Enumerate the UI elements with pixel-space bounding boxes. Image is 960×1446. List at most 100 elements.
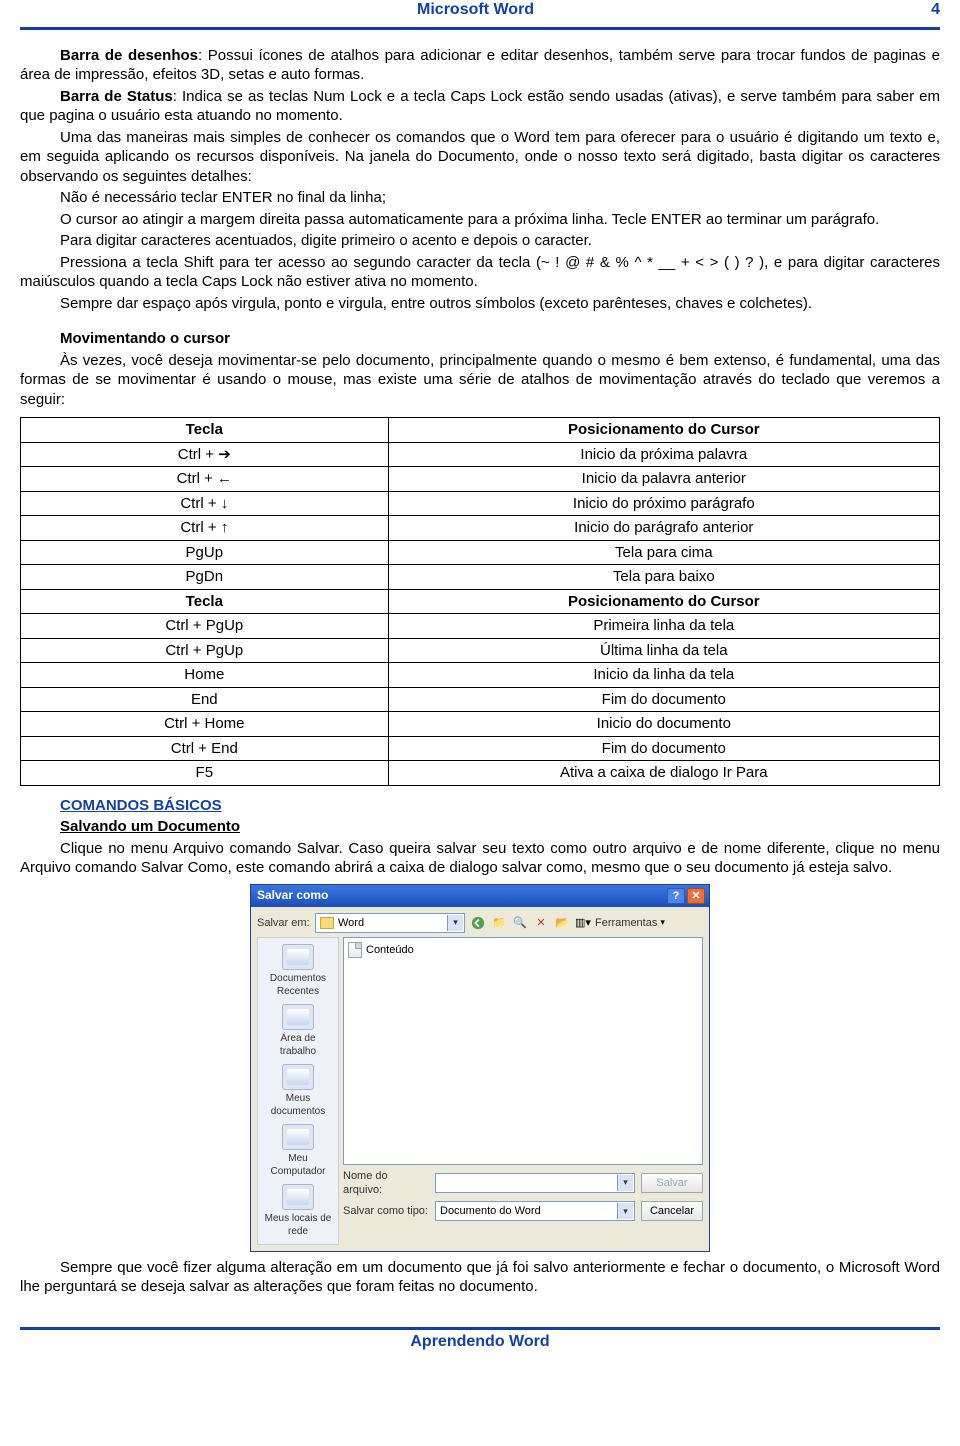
cancel-button-label: Cancelar [650,1204,694,1218]
key-cell: Ctrl + PgUp [21,638,389,663]
places-item[interactable]: Meus locais de rede [262,1182,334,1240]
document-icon [348,942,362,958]
action-cell: Inicio do próximo parágrafo [388,491,939,516]
action-cell: Primeira linha da tela [388,614,939,639]
action-cell: Última linha da tela [388,638,939,663]
table-row: Ctrl + ←Inicio da palavra anterior [21,467,940,492]
heading-text: Movimentando o cursor [60,330,230,347]
section-comandos-basicos: COMANDOS BÁSICOS [20,796,940,816]
cancel-button[interactable]: Cancelar [641,1201,703,1221]
keyboard-shortcuts-table: TeclaPosicionamento do CursorCtrl + ➔Ini… [20,417,940,786]
key-cell: Tecla [21,589,389,614]
chevron-down-icon: ▾ [447,915,463,931]
help-icon: ? [673,889,680,903]
save-in-label: Salvar em: [257,916,311,930]
file-name: Conteúdo [366,943,414,957]
close-icon: ✕ [691,889,700,903]
tools-label[interactable]: Ferramentas [595,916,657,930]
table-row: PgDnTela para baixo [21,565,940,590]
places-item[interactable]: Documentos Recentes [262,942,334,1000]
filetype-row: Salvar como tipo: Documento do Word ▾ Ca… [343,1201,703,1221]
section-heading: COMANDOS BÁSICOS [60,797,222,814]
page-footer: Aprendendo Word [20,1332,940,1353]
new-folder-button[interactable]: 📂 [553,914,571,932]
key-cell: Ctrl + ↓ [21,491,389,516]
close-button[interactable]: ✕ [687,888,705,904]
up-folder-button[interactable]: 📁 [490,914,508,932]
action-cell: Posicionamento do Cursor [388,418,939,443]
dialog-body: Salvar em: Word ▾ 📁 🔍 ✕ 📂 [251,907,709,1251]
table-row: TeclaPosicionamento do Cursor [21,589,940,614]
place-label: Meu Computador [262,1152,334,1178]
place-label: Meus documentos [262,1092,334,1118]
save-in-value: Word [338,916,364,930]
filename-row: Nome do arquivo: ▾ Salvar [343,1169,703,1198]
places-item[interactable]: Área de trabalho [262,1002,334,1060]
filetype-combo[interactable]: Documento do Word ▾ [435,1201,635,1221]
place-icon [282,944,314,970]
para-shift: Pressiona a tecla Shift para ter acesso … [20,253,940,292]
page-number: 4 [931,0,940,21]
action-cell: Tela para baixo [388,565,939,590]
filename-input[interactable]: ▾ [435,1173,635,1193]
file-item[interactable]: Conteúdo [348,942,698,958]
header-rule [20,27,940,30]
table-row: Ctrl + HomeInicio do documento [21,712,940,737]
action-cell: Fim do documento [388,736,939,761]
dialog-wrapper: Salvar como ? ✕ Salvar em: Word ▾ [20,884,940,1252]
search-button[interactable]: 🔍 [511,914,529,932]
action-cell: Inicio da linha da tela [388,663,939,688]
table-row: Ctrl + ↑Inicio do parágrafo anterior [21,516,940,541]
key-cell: Ctrl + ← [21,467,389,492]
views-button[interactable]: ▥▾ [574,914,592,932]
places-item[interactable]: Meus documentos [262,1062,334,1120]
folder-icon [320,917,334,929]
dialog-toolbar: 📁 🔍 ✕ 📂 ▥▾ Ferramentas ▾ [469,914,665,932]
action-cell: Posicionamento do Cursor [388,589,939,614]
action-cell: Inicio do documento [388,712,939,737]
save-in-combo[interactable]: Word ▾ [315,913,465,933]
subsection-salvando: Salvando um Documento [20,817,940,837]
para-cursor-margin: O cursor ao atingir a margem direita pas… [20,210,940,230]
dialog-titlebar[interactable]: Salvar como ? ✕ [251,885,709,907]
chevron-down-icon: ▾ [617,1175,633,1191]
table-row: HomeInicio da linha da tela [21,663,940,688]
header-title: Microsoft Word [20,0,931,21]
delete-button[interactable]: ✕ [532,914,550,932]
footer-rule [20,1327,940,1330]
term-barra-status: Barra de Status [60,88,173,105]
table-row: Ctrl + ➔Inicio da próxima palavra [21,442,940,467]
chevron-down-icon: ▾ [617,1203,633,1219]
action-cell: Inicio do parágrafo anterior [388,516,939,541]
para-salvando: Clique no menu Arquivo comando Salvar. C… [20,839,940,878]
help-button[interactable]: ? [667,888,685,904]
key-cell: End [21,687,389,712]
save-in-row: Salvar em: Word ▾ 📁 🔍 ✕ 📂 [257,913,703,933]
places-bar: Documentos Recentes Área de trabalho Meus … [257,937,339,1245]
key-cell: Tecla [21,418,389,443]
key-cell: Home [21,663,389,688]
key-cell: Ctrl + ➔ [21,442,389,467]
place-icon [282,1064,314,1090]
para-enter: Não é necessário teclar ENTER no final d… [20,188,940,208]
para-espaco: Sempre dar espaço após virgula, ponto e … [20,294,940,314]
key-cell: PgDn [21,565,389,590]
para-barra-status: Barra de Status: Indica se as teclas Num… [20,87,940,126]
table-row: TeclaPosicionamento do Cursor [21,418,940,443]
table-row: PgUpTela para cima [21,540,940,565]
save-button[interactable]: Salvar [641,1173,703,1193]
key-cell: PgUp [21,540,389,565]
place-label: Meus locais de rede [262,1212,334,1238]
action-cell: Inicio da palavra anterior [388,467,939,492]
key-cell: F5 [21,761,389,786]
file-list[interactable]: Conteúdo [343,937,703,1165]
file-area: Conteúdo Nome do arquivo: ▾ [343,937,703,1245]
places-item[interactable]: Meu Computador [262,1122,334,1180]
place-label: Área de trabalho [262,1032,334,1058]
key-cell: Ctrl + ↑ [21,516,389,541]
action-cell: Inicio da próxima palavra [388,442,939,467]
action-cell: Ativa a caixa de dialogo Ir Para [388,761,939,786]
back-button[interactable] [469,914,487,932]
filetype-value: Documento do Word [440,1204,541,1218]
term-barra-desenhos: Barra de desenhos [60,47,198,64]
